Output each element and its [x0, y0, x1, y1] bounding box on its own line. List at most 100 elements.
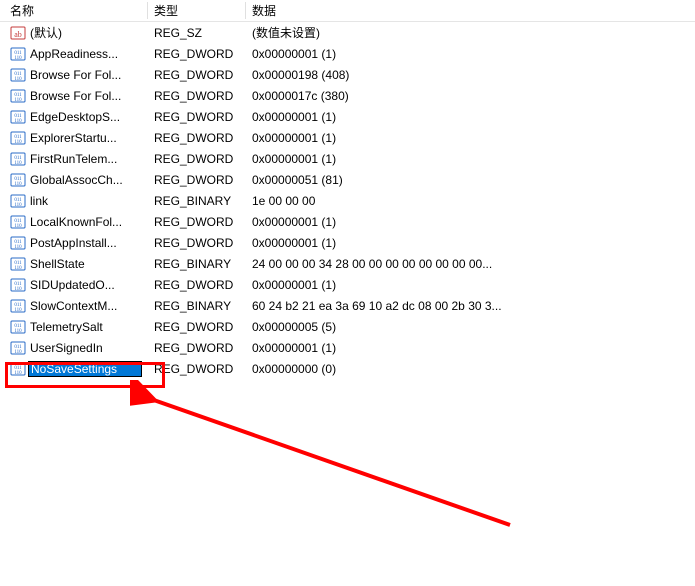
value-name: link — [30, 194, 142, 208]
value-row[interactable]: ab(默认)REG_SZ(数值未设置) — [0, 22, 695, 43]
value-name-cell[interactable]: 011110 TelemetrySalt — [4, 319, 148, 335]
svg-text:110: 110 — [14, 371, 22, 376]
binary-value-icon: 011110 — [10, 319, 26, 335]
value-row[interactable]: 011110 ExplorerStartu... REG_DWORD0x000000… — [0, 127, 695, 148]
binary-value-icon: 011110 — [10, 46, 26, 62]
binary-value-icon: 011110 — [10, 172, 26, 188]
binary-value-icon: 011110 — [10, 88, 26, 104]
svg-text:110: 110 — [14, 350, 22, 355]
value-name-cell[interactable]: 011110LocalKnownFol... — [4, 214, 148, 230]
value-type: REG_DWORD — [148, 110, 246, 124]
value-name: FirstRunTelem... — [30, 152, 142, 166]
value-name-cell[interactable]: 011110Browse For Fol... — [4, 67, 148, 83]
value-type: REG_SZ — [148, 26, 246, 40]
value-row[interactable]: 011110 EdgeDesktopS... REG_DWORD0x00000001… — [0, 106, 695, 127]
value-row[interactable]: 011110SlowContextM...REG_BINARY60 24 b2 … — [0, 295, 695, 316]
value-name-cell[interactable]: ab(默认) — [4, 24, 148, 41]
value-data: 0x00000000 (0) — [246, 362, 695, 376]
svg-text:110: 110 — [14, 98, 22, 103]
value-name: PostAppInstall... — [30, 236, 142, 250]
value-row[interactable]: 011110AppReadiness...REG_DWORD0x00000001… — [0, 43, 695, 64]
column-header-name[interactable]: 名称 — [4, 0, 148, 21]
value-row[interactable]: 011110linkREG_BINARY1e 00 00 00 — [0, 190, 695, 211]
value-name-cell[interactable]: 011110PostAppInstall... — [4, 235, 148, 251]
value-name-cell[interactable]: 011110 GlobalAssocCh... — [4, 172, 148, 188]
svg-text:110: 110 — [14, 77, 22, 82]
value-name: Browse For Fol... — [30, 89, 142, 103]
string-value-icon: ab — [10, 25, 26, 41]
value-data: 0x00000001 (1) — [246, 341, 695, 355]
value-data: 0x0000017c (380) — [246, 89, 695, 103]
value-type: REG_DWORD — [148, 131, 246, 145]
column-header-data[interactable]: 数据 — [246, 0, 695, 21]
value-type: REG_BINARY — [148, 194, 246, 208]
value-row[interactable]: 011110PostAppInstall...REG_DWORD0x000000… — [0, 232, 695, 253]
value-name-cell[interactable]: 011110FirstRunTelem... — [4, 151, 148, 167]
binary-value-icon: 011110 — [10, 193, 26, 209]
value-type: REG_DWORD — [148, 362, 246, 376]
value-name-cell[interactable]: 011110 ShellState — [4, 256, 148, 272]
svg-text:110: 110 — [14, 119, 22, 124]
svg-text:110: 110 — [14, 140, 22, 145]
value-data: 60 24 b2 21 ea 3a 69 10 a2 dc 08 00 2b 3… — [246, 299, 695, 313]
value-name-cell[interactable]: 011110SlowContextM... — [4, 298, 148, 314]
value-name-cell[interactable]: 011110 ExplorerStartu... — [4, 130, 148, 146]
value-type: REG_DWORD — [148, 278, 246, 292]
value-name[interactable]: NoSaveSettings — [28, 361, 142, 377]
value-row[interactable]: 011110GlobalAssocCh...REG_DWORD0x0000005… — [0, 169, 695, 190]
value-row[interactable]: 011110SIDUpdatedO...REG_DWORD0x00000001 … — [0, 274, 695, 295]
svg-text:110: 110 — [14, 329, 22, 334]
value-name-cell[interactable]: 011110SIDUpdatedO... — [4, 277, 148, 293]
value-name: ShellState — [30, 257, 142, 271]
value-name: UserSignedIn — [30, 341, 142, 355]
svg-text:110: 110 — [14, 287, 22, 292]
binary-value-icon: 011110 — [10, 130, 26, 146]
value-name-cell[interactable]: 011110UserSignedIn — [4, 340, 148, 356]
value-name: AppReadiness... — [30, 47, 142, 61]
value-name: (默认) — [30, 24, 142, 41]
value-data: 0x00000198 (408) — [246, 68, 695, 82]
value-name-cell[interactable]: 011110 link — [4, 193, 148, 209]
value-name-cell[interactable]: 011110NoSaveSettings — [4, 361, 148, 377]
value-row[interactable]: 011110 Browse For Fol... REG_DWORD0x000001… — [0, 85, 695, 106]
value-data: 0x00000001 (1) — [246, 215, 695, 229]
value-name: TelemetrySalt — [30, 320, 142, 334]
value-row[interactable]: 011110ShellStateREG_BINARY24 00 00 00 34… — [0, 253, 695, 274]
value-data: 0x00000001 (1) — [246, 110, 695, 124]
column-header-type[interactable]: 类型 — [148, 0, 246, 21]
value-data: 0x00000001 (1) — [246, 131, 695, 145]
svg-text:110: 110 — [14, 56, 22, 61]
value-name-cell[interactable]: 011110 Browse For Fol... — [4, 88, 148, 104]
binary-value-icon: 011110 — [10, 256, 26, 272]
value-row[interactable]: 011110NoSaveSettingsREG_DWORD0x00000000 … — [0, 358, 695, 379]
value-type: REG_DWORD — [148, 236, 246, 250]
value-name: EdgeDesktopS... — [30, 110, 142, 124]
value-data: 0x00000001 (1) — [246, 152, 695, 166]
binary-value-icon: 011110 — [10, 109, 26, 125]
value-name: SlowContextM... — [30, 299, 142, 313]
value-row[interactable]: 011110UserSignedInREG_DWORD0x00000001 (1… — [0, 337, 695, 358]
value-name: Browse For Fol... — [30, 68, 142, 82]
value-data: 0x00000001 (1) — [246, 236, 695, 250]
registry-values-list[interactable]: 名称 类型 数据 ab(默认)REG_SZ(数值未设置)011110AppRea… — [0, 0, 695, 379]
value-data: 0x00000001 (1) — [246, 47, 695, 61]
value-type: REG_DWORD — [148, 341, 246, 355]
value-row[interactable]: 011110LocalKnownFol...REG_DWORD0x0000000… — [0, 211, 695, 232]
value-type: REG_DWORD — [148, 89, 246, 103]
column-header-row[interactable]: 名称 类型 数据 — [0, 0, 695, 22]
value-name: GlobalAssocCh... — [30, 173, 142, 187]
annotation-arrow — [130, 380, 530, 540]
value-row[interactable]: 011110FirstRunTelem...REG_DWORD0x0000000… — [0, 148, 695, 169]
svg-text:110: 110 — [14, 224, 22, 229]
value-name: ExplorerStartu... — [30, 131, 142, 145]
svg-text:110: 110 — [14, 266, 22, 271]
value-row[interactable]: 011110Browse For Fol...REG_DWORD0x000001… — [0, 64, 695, 85]
value-name-cell[interactable]: 011110 EdgeDesktopS... — [4, 109, 148, 125]
value-data: (数值未设置) — [246, 24, 695, 41]
value-row[interactable]: 011110TelemetrySaltREG_DWORD0x00000005 (… — [0, 316, 695, 337]
binary-value-icon: 011110 — [10, 277, 26, 293]
value-data: 0x00000051 (81) — [246, 173, 695, 187]
value-name-cell[interactable]: 011110 AppReadiness... — [4, 46, 148, 62]
svg-text:110: 110 — [14, 182, 22, 187]
value-type: REG_BINARY — [148, 257, 246, 271]
